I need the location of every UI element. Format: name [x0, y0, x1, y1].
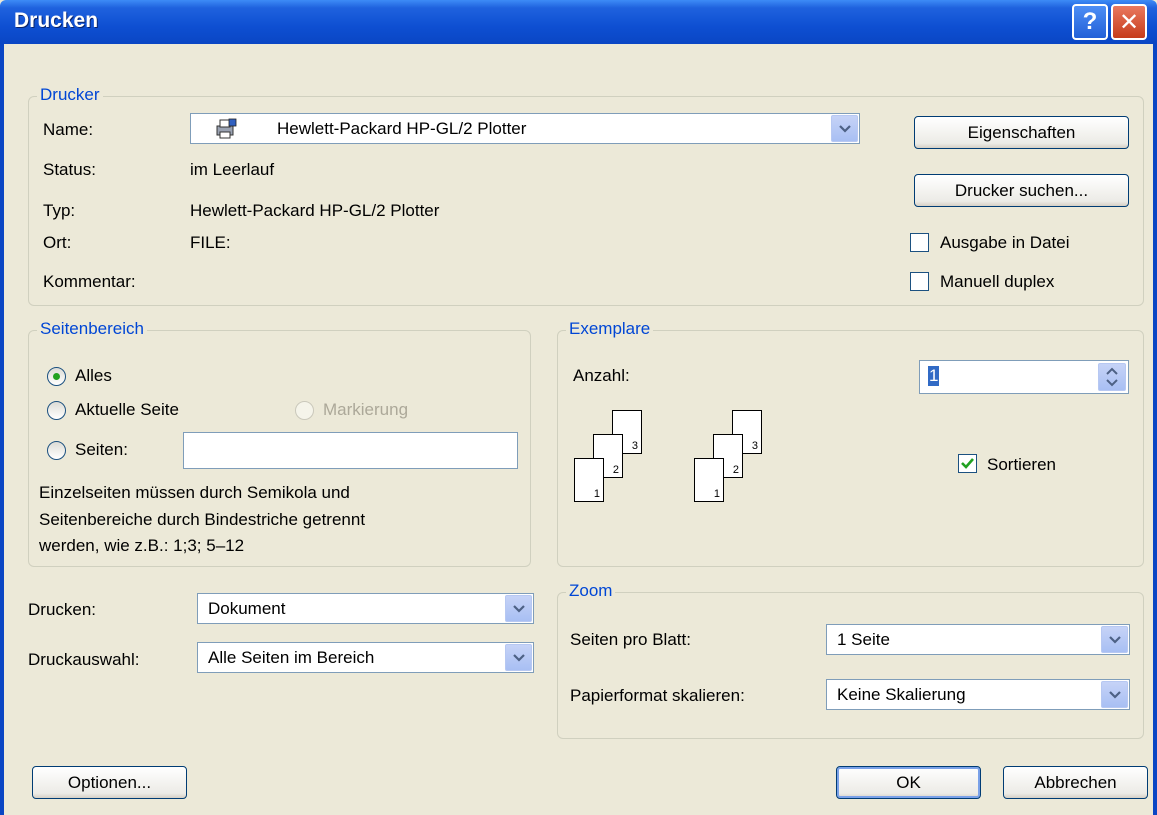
- location-value: FILE:: [190, 233, 231, 252]
- radio-selected-dot: [53, 373, 60, 380]
- type-label: Typ:: [43, 201, 76, 220]
- scale-paper-value: Keine Skalierung: [837, 685, 966, 704]
- ok-button[interactable]: OK: [836, 766, 981, 799]
- print-what-select[interactable]: Dokument: [197, 593, 534, 624]
- scale-paper-label: Papierformat skalieren:: [570, 686, 745, 705]
- page-icon-1b: 1: [694, 458, 724, 502]
- collate-label: Sortieren: [987, 455, 1056, 474]
- pages-per-sheet-select[interactable]: 1 Seite: [826, 624, 1130, 655]
- print-selection-label: Druckauswahl:: [28, 650, 140, 669]
- pages-radio[interactable]: [47, 441, 66, 460]
- location-label: Ort:: [43, 233, 72, 252]
- manual-duplex-checkbox[interactable]: [910, 272, 929, 291]
- chevron-down-icon[interactable]: [505, 644, 532, 671]
- all-pages-label: Alles: [75, 366, 112, 385]
- pages-label: Seiten:: [75, 440, 128, 459]
- collate-checkbox[interactable]: [958, 454, 977, 473]
- printer-group-title: Drucker: [37, 85, 103, 105]
- status-label: Status:: [43, 160, 96, 179]
- find-printer-button[interactable]: Drucker suchen...: [914, 174, 1129, 207]
- chevron-down-icon[interactable]: [505, 595, 532, 622]
- copies-count-spinner[interactable]: 1: [919, 360, 1129, 394]
- options-button[interactable]: Optionen...: [32, 766, 187, 799]
- spinner-arrows-icon[interactable]: [1098, 363, 1126, 391]
- page-range-hint-line1: Einzelseiten müssen durch Semikola und: [39, 483, 350, 502]
- copies-group-title: Exemplare: [566, 319, 654, 339]
- status-value: im Leerlauf: [190, 160, 275, 179]
- print-what-label: Drucken:: [28, 600, 97, 619]
- print-selection-select[interactable]: Alle Seiten im Bereich: [197, 642, 534, 673]
- chevron-down-icon[interactable]: [1101, 681, 1128, 708]
- window-title: Drucken: [14, 9, 99, 32]
- type-value: Hewlett-Packard HP-GL/2 Plotter: [190, 201, 440, 220]
- current-page-radio[interactable]: [47, 401, 66, 420]
- cancel-button[interactable]: Abbrechen: [1003, 766, 1148, 799]
- copies-count-label: Anzahl:: [573, 366, 630, 385]
- copies-count-value: 1: [928, 366, 940, 386]
- selection-label: Markierung: [323, 400, 409, 419]
- printer-name-label: Name:: [43, 120, 94, 139]
- pages-per-sheet-value: 1 Seite: [837, 630, 890, 649]
- print-what-value: Dokument: [208, 599, 286, 618]
- current-page-label: Aktuelle Seite: [75, 400, 179, 419]
- printer-icon: [213, 117, 237, 146]
- comment-label: Kommentar:: [43, 272, 136, 291]
- selection-radio[interactable]: [295, 401, 314, 420]
- manual-duplex-label: Manuell duplex: [940, 272, 1055, 291]
- page-range-group-title: Seitenbereich: [37, 319, 147, 339]
- page-range-hint-line3: werden, wie z.B.: 1;3; 5–12: [39, 536, 245, 555]
- chevron-down-icon[interactable]: [831, 115, 858, 142]
- page-range-hint-line2: Seitenbereiche durch Bindestriche getren…: [39, 510, 366, 529]
- zoom-group-title: Zoom: [566, 581, 616, 601]
- properties-button[interactable]: Eigenschaften: [914, 116, 1129, 149]
- print-to-file-checkbox[interactable]: [910, 233, 929, 252]
- all-pages-radio[interactable]: [47, 367, 66, 386]
- printer-name-value: Hewlett-Packard HP-GL/2 Plotter: [277, 119, 527, 138]
- pages-input[interactable]: [183, 432, 518, 469]
- page-icon-1a: 1: [574, 458, 604, 502]
- chevron-down-icon[interactable]: [1101, 626, 1128, 653]
- print-selection-value: Alle Seiten im Bereich: [208, 648, 375, 667]
- scale-paper-select[interactable]: Keine Skalierung: [826, 679, 1130, 710]
- help-button[interactable]: ?: [1072, 4, 1108, 40]
- zoom-group: Zoom: [557, 581, 1144, 739]
- pages-per-sheet-label: Seiten pro Blatt:: [570, 630, 691, 649]
- checkmark-icon: [961, 458, 974, 469]
- printer-name-select[interactable]: Hewlett-Packard HP-GL/2 Plotter: [190, 113, 860, 144]
- close-button[interactable]: ✕: [1111, 4, 1147, 40]
- print-to-file-label: Ausgabe in Datei: [940, 233, 1070, 252]
- close-icon: ✕: [1118, 8, 1140, 36]
- title-bar: Drucken ? ✕: [0, 0, 1157, 44]
